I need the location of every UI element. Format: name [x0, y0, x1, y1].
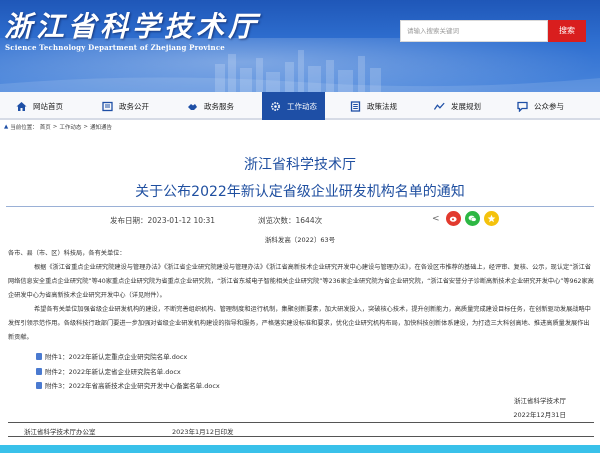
home-icon	[16, 101, 27, 112]
chat-icon	[517, 101, 528, 112]
signature-date: 2022年12月31日	[513, 411, 566, 419]
file-icon	[36, 352, 42, 360]
article-title: 关于公布2022年新认定省级企业研发机构名单的通知	[135, 184, 465, 200]
footer-bottom-rule	[8, 436, 594, 437]
nav-item-home[interactable]: 网站首页	[16, 92, 63, 120]
footer-office: 浙江省科学技术厅办公室	[24, 428, 96, 436]
weibo-share-icon[interactable]	[445, 211, 461, 226]
attachment-link-2[interactable]: 附件2：2022年新认定省企业研究院名单.docx	[36, 366, 181, 376]
site-logo-english: Science Technology Department of Zhejian…	[5, 43, 225, 52]
breadcrumb-link-notices[interactable]: 通知通告	[90, 123, 112, 131]
location-icon: ▲	[4, 124, 9, 130]
nav-item-label: 政务服务	[204, 101, 234, 111]
share-bar: <	[432, 211, 503, 226]
breadcrumb-link-home[interactable]: 首页	[40, 123, 51, 131]
nav-item-label: 政策法规	[367, 101, 397, 111]
footer-print-date: 2023年1月12日印发	[172, 428, 234, 436]
signature-org: 浙江省科学技术厅	[514, 397, 566, 405]
nav-item-label: 政务公开	[119, 101, 149, 111]
nav-item-services[interactable]: 政务服务	[187, 92, 234, 120]
attachment-label: 附件2：2022年新认定省企业研究院名单.docx	[45, 368, 181, 376]
file-icon	[36, 381, 42, 389]
handshake-icon	[187, 101, 198, 112]
main-nav: 网站首页 政务公开 政务服务 工作动态 政策法规 发展规划 公众参与	[0, 92, 600, 120]
article-paragraph-2: 希望各有关单位加强省级企业研发机构的建设，不断完善组织机构、管理制度和运行机制，…	[8, 306, 591, 341]
breadcrumb-separator: >	[83, 124, 88, 130]
breadcrumb-prefix: 当前位置：	[10, 125, 38, 131]
list-icon	[350, 100, 361, 112]
qzone-share-icon[interactable]	[483, 211, 499, 226]
nav-item-label: 公众参与	[534, 101, 564, 111]
publish-date: 发布日期：2023-01-12 10:31	[110, 216, 216, 225]
search-input[interactable]: 请输入搜索关键词	[400, 20, 548, 42]
breadcrumb-link-work-news[interactable]: 工作动态	[59, 123, 81, 131]
attachment-link-3[interactable]: 附件3：2022年省高新技术企业研究开发中心备案名单.docx	[36, 380, 220, 390]
nav-item-government-affairs[interactable]: 政务公开	[102, 92, 149, 120]
site-logo-chinese[interactable]: 浙江省科学技术厅	[4, 5, 260, 43]
nav-item-label: 网站首页	[33, 101, 63, 111]
share-icon[interactable]: <	[432, 214, 440, 224]
nav-item-public-participation[interactable]: 公众参与	[517, 92, 564, 120]
attachment-label: 附件3：2022年省高新技术企业研究开发中心备案名单.docx	[45, 382, 220, 390]
nav-item-planning[interactable]: 发展规划	[434, 92, 481, 120]
document-number: 浙科发高〔2022〕63号	[264, 236, 336, 244]
wechat-share-icon[interactable]	[464, 211, 480, 226]
attachment-label: 附件1：2022年新认定重点企业研究院名单.docx	[45, 353, 188, 361]
gear-icon	[270, 101, 281, 112]
attachment-link-1[interactable]: 附件1：2022年新认定重点企业研究院名单.docx	[36, 351, 187, 361]
document-icon	[102, 101, 113, 112]
file-icon	[36, 367, 42, 375]
nav-item-work-news[interactable]: 工作动态	[262, 92, 325, 120]
nav-item-policies[interactable]: 政策法规	[350, 92, 397, 120]
breadcrumb-separator: >	[52, 124, 58, 130]
footer-top-rule	[8, 422, 594, 423]
trend-icon	[434, 101, 445, 112]
article-org-title: 浙江省科学技术厅	[244, 157, 356, 173]
breadcrumb: ▲ 当前位置： 首页 > 工作动态 > 通知通告	[4, 123, 114, 131]
search-button[interactable]: 搜索	[548, 20, 586, 42]
view-count: 浏览次数：1644次	[258, 216, 323, 225]
title-divider	[6, 206, 594, 207]
nav-item-label: 工作动态	[287, 101, 317, 111]
nav-item-label: 发展规划	[451, 101, 481, 111]
article-paragraph-1: 根据《浙江省重点企业研究院建设与管理办法》《浙江省企业研究院建设与管理办法》《浙…	[8, 264, 594, 299]
site-banner: 浙江省科学技术厅 Science Technology Department o…	[0, 0, 600, 92]
article-salutation: 各市、县（市、区）科技局，各有关单位：	[8, 250, 126, 257]
page-bottom-bar	[0, 445, 600, 453]
